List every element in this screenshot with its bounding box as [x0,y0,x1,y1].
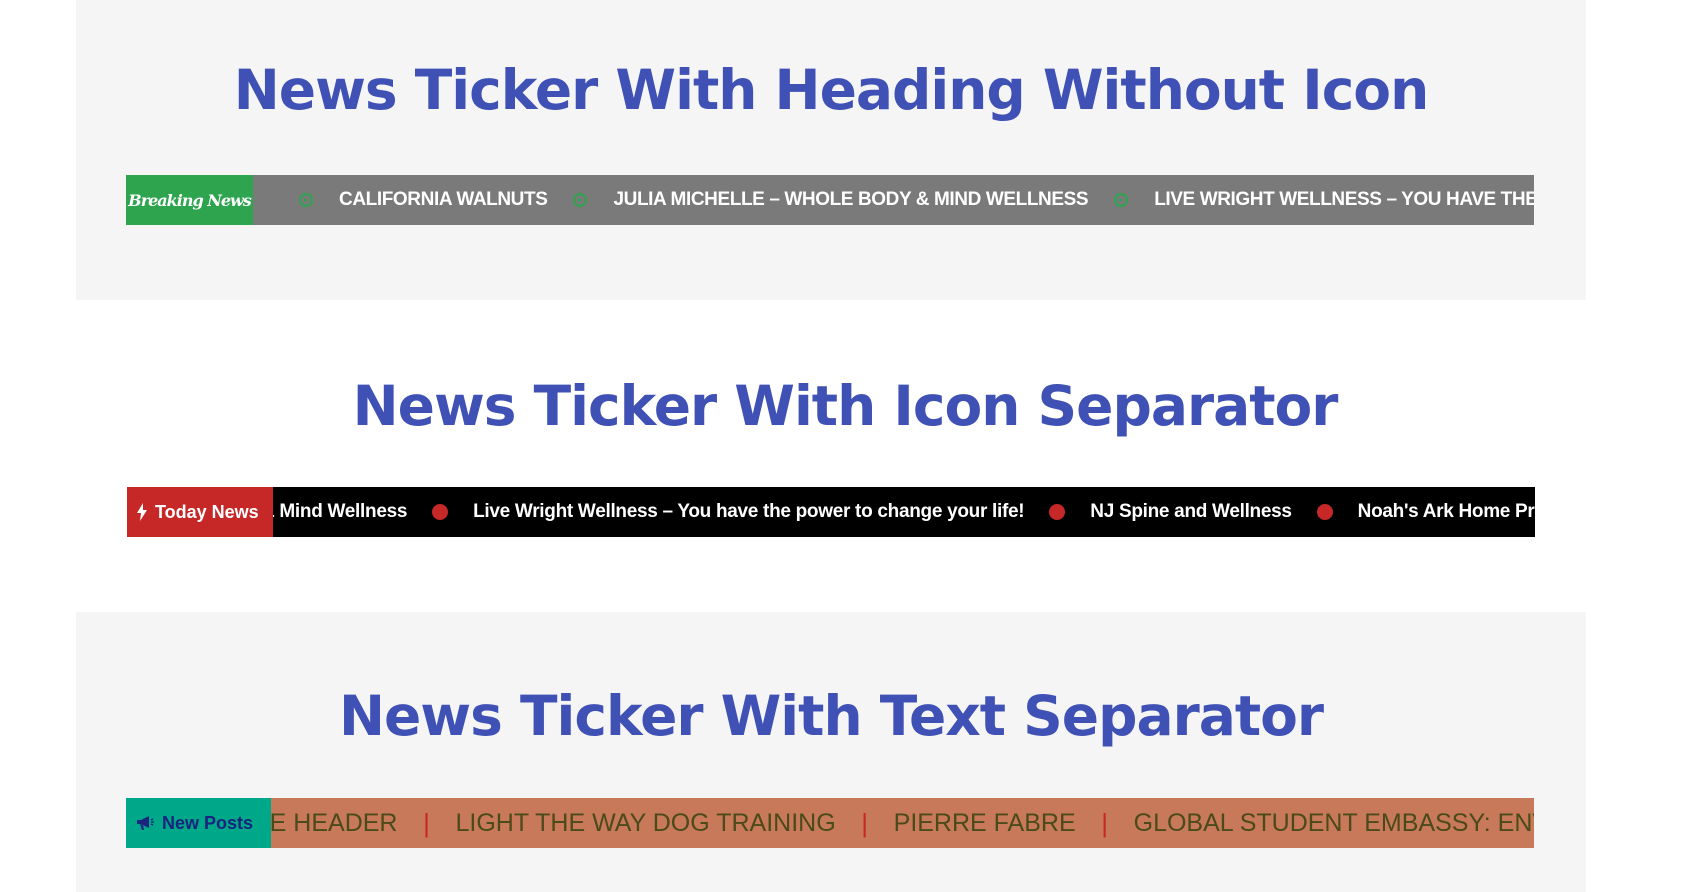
ticker-label: New Posts [126,798,271,848]
ticker-item[interactable]: Live Wright Wellness – You have the powe… [473,501,1024,523]
news-ticker: Today News & Mind Wellness Live Wright W… [127,487,1535,537]
ticker-track: VE HEADER | LIGHT THE WAY DOG TRAINING |… [271,798,1534,848]
text-separator: | [861,807,869,838]
ticker-label: Breaking News [126,175,253,225]
ticker-label-text: New Posts [162,812,254,833]
ticker-label-text: Today News [155,501,259,522]
ticker-item[interactable]: CALIFORNIA WALNUTS [339,189,548,211]
section-heading: News Ticker With Text Separator [338,684,1324,748]
ticker-items: & Mind Wellness Live Wright Wellness – Y… [273,487,1535,537]
ticker-item[interactable]: NJ Spine and Wellness [1090,501,1292,523]
section-icon-separator: News Ticker With Icon Separator Today Ne… [0,300,1690,612]
red-dot-icon [407,504,473,520]
section-heading-without-icon: News Ticker With Heading Without Icon Br… [76,0,1586,300]
ticker-item[interactable]: PIERRE FABRE [894,809,1076,838]
ticker-label: Today News [127,487,273,537]
ticker-items: VE HEADER | LIGHT THE WAY DOG TRAINING |… [271,798,1534,848]
text-separator: | [423,807,430,838]
megaphone-icon [136,815,154,831]
circle-arrow-icon [1088,193,1154,207]
ticker-item[interactable]: GLOBAL STUDENT EMBASSY: ENV [1134,809,1534,838]
ticker-item[interactable]: & Mind Wellness [273,501,407,523]
circle-arrow-icon [273,193,339,207]
ticker-item[interactable]: Noah's Ark Home Prepar [1358,501,1535,523]
section-text-separator: News Ticker With Text Separator New Post… [76,612,1586,892]
text-separator: | [1101,807,1109,838]
news-ticker: New Posts VE HEADER | LIGHT THE WAY DOG … [126,798,1534,848]
red-dot-icon [1024,504,1090,520]
ticker-item[interactable]: LIVE WRIGHT WELLNESS – YOU HAVE THE POWE… [1154,189,1534,211]
circle-arrow-icon [547,193,613,207]
ticker-item[interactable]: JULIA MICHELLE – WHOLE BODY & MIND WELLN… [613,189,1088,211]
news-ticker: Breaking News CALIFORNIA WALNUTS JULIA M… [126,175,1534,225]
ticker-track: CALIFORNIA WALNUTS JULIA MICHELLE – WHOL… [253,175,1534,225]
section-heading: News Ticker With Heading Without Icon [233,58,1429,122]
ticker-items: CALIFORNIA WALNUTS JULIA MICHELLE – WHOL… [273,175,1534,225]
ticker-item[interactable]: VE HEADER [271,809,397,838]
section-heading: News Ticker With Icon Separator [352,374,1339,438]
red-dot-icon [1292,504,1358,520]
ticker-item[interactable]: LIGHT THE WAY DOG TRAINING [455,809,835,838]
ticker-label-text: Breaking News [128,190,252,210]
ticker-track: & Mind Wellness Live Wright Wellness – Y… [273,487,1535,537]
page: News Ticker With Heading Without Icon Br… [0,0,1690,892]
bolt-icon [137,503,147,521]
